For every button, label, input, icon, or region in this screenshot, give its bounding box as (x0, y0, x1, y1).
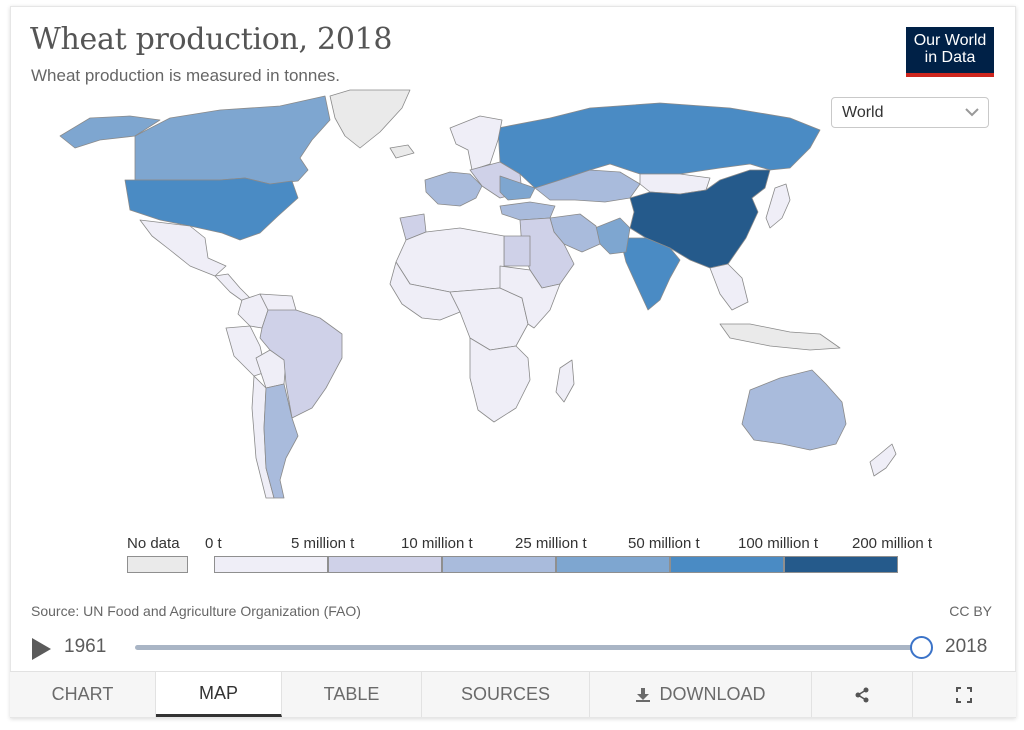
country-greenland[interactable] (329, 89, 411, 149)
tab-table[interactable]: TABLE (282, 672, 422, 717)
country-southern-africa[interactable] (469, 337, 531, 423)
share-icon (855, 687, 869, 702)
timeline-end-year: 2018 (945, 636, 988, 657)
license-link[interactable]: CC BY (949, 603, 992, 619)
country-pakistan[interactable] (594, 217, 631, 255)
timeline-slider[interactable] (135, 645, 922, 650)
owid-logo[interactable]: Our World in Data (906, 27, 994, 77)
tab-map[interactable]: MAP (156, 672, 282, 717)
download-icon (636, 687, 651, 702)
tab-sources[interactable]: SOURCES (422, 672, 590, 717)
tab-chart[interactable]: CHART (10, 672, 156, 717)
logo-line-1: Our World (913, 32, 987, 49)
country-turkey[interactable] (499, 201, 556, 221)
tab-download[interactable]: DOWNLOAD (590, 672, 812, 717)
logo-line-2: in Data (924, 49, 976, 66)
country-japan[interactable] (765, 183, 791, 229)
country-central-america[interactable] (214, 273, 253, 303)
country-australia[interactable] (741, 369, 847, 451)
country-madagascar[interactable] (555, 359, 575, 403)
tab-sources-label: SOURCES (460, 684, 550, 704)
country-new-zealand[interactable] (869, 443, 897, 477)
tab-table-label: TABLE (323, 684, 380, 704)
country-egypt[interactable] (503, 235, 531, 267)
timeline-handle[interactable] (910, 636, 933, 659)
chart-subtitle: Wheat production is measured in tonnes. (31, 66, 341, 85)
chevron-down-icon (965, 108, 979, 117)
country-indonesia[interactable] (719, 323, 841, 351)
fullscreen-icon (955, 686, 972, 703)
source-note: Source: UN Food and Agriculture Organiza… (31, 603, 361, 619)
tab-bar: CHART MAP TABLE SOURCES DOWNLOAD (10, 671, 1016, 717)
timeline-start-year: 1961 (64, 636, 107, 657)
tab-chart-label: CHART (51, 684, 114, 704)
country-north-africa[interactable] (395, 227, 505, 293)
country-india[interactable] (619, 237, 681, 311)
country-central-africa[interactable] (449, 287, 529, 351)
play-icon[interactable] (32, 638, 51, 660)
tab-map-label: MAP (198, 682, 238, 703)
country-canada[interactable] (134, 95, 331, 185)
share-button[interactable] (812, 672, 913, 717)
tab-download-label: DOWNLOAD (659, 684, 766, 704)
world-map[interactable] (30, 88, 930, 508)
country-scandinavia[interactable] (449, 115, 503, 171)
fullscreen-button[interactable] (913, 672, 1014, 717)
country-western-europe[interactable] (424, 171, 483, 207)
country-southeast-asia[interactable] (709, 263, 749, 311)
chart-title: Wheat production, 2018 (30, 22, 393, 57)
country-iceland[interactable] (389, 144, 415, 159)
